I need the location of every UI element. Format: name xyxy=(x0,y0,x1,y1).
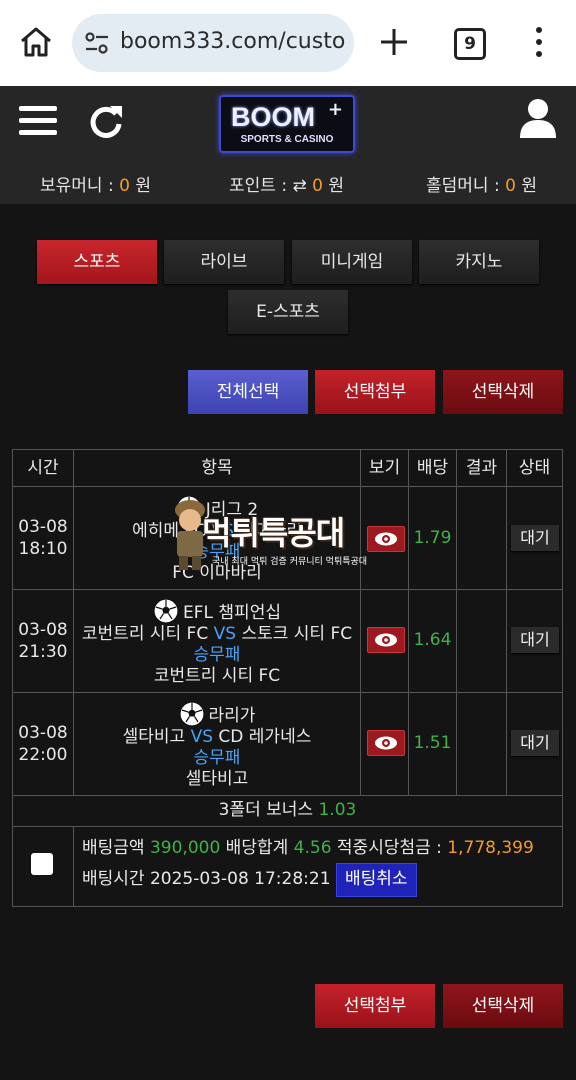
browser-toolbar: boom333.com/custo 9 xyxy=(0,0,576,86)
table-row-3-item: 라리가 셀타비고 VS CD 레가네스 승무패 셀타비고 xyxy=(73,692,361,796)
soccer-ball-icon xyxy=(178,701,205,727)
tab-sports[interactable]: 스포츠 xyxy=(37,240,157,284)
refresh-icon[interactable] xyxy=(88,102,124,140)
holdem-money-display: 홀덤머니 : 0 원 xyxy=(426,176,537,196)
table-row-1-status: 대기 xyxy=(506,486,563,590)
table-row-1-time: 03-08 18:10 xyxy=(12,486,74,590)
soccer-ball-icon xyxy=(153,598,179,624)
hamburger-menu-icon[interactable] xyxy=(18,104,58,138)
bonus-value: 1.03 xyxy=(318,800,357,820)
table-row-1-item: J리그 2 에히메 FC VS 이마바리 승무패 FC 이마바리 xyxy=(73,486,361,590)
address-bar[interactable]: boom333.com/custo xyxy=(72,14,354,72)
tab-casino[interactable]: 카지노 xyxy=(419,240,539,284)
table-row-3-odds: 1.51 xyxy=(408,692,457,796)
league-label: J리그 2 xyxy=(74,495,360,521)
select-all-button[interactable]: 전체선택 xyxy=(188,370,308,414)
soccer-ball-icon xyxy=(176,495,202,521)
selected-pick: 코번트리 시티 FC xyxy=(153,666,281,686)
table-row-3-result xyxy=(456,692,507,796)
logo-plus: + xyxy=(327,99,343,120)
delete-selected-button-bottom[interactable]: 선택삭제 xyxy=(443,984,563,1028)
league-label: 라리가 xyxy=(74,701,360,727)
market-label: 승무패 xyxy=(193,542,241,562)
folder-bonus-row: 3폴더 보너스 1.03 xyxy=(12,795,563,827)
table-row-1-result xyxy=(456,486,507,590)
market-label: 승무패 xyxy=(193,748,241,768)
table-row-2-item: EFL 챔피언십 코번트리 시티 FC VS 스토크 시티 FC 승무패 코번트… xyxy=(73,589,361,693)
bet-amount-line: 배팅금액 390,000 배당합계 4.56 적중시당첨금 : 1,778,39… xyxy=(82,838,534,858)
table-row-2-view xyxy=(360,589,409,693)
table-row-1-view xyxy=(360,486,409,590)
table-row-3-view xyxy=(360,692,409,796)
header-status: 상태 xyxy=(506,449,563,487)
new-tab-icon[interactable] xyxy=(378,26,410,58)
status-badge: 대기 xyxy=(511,525,559,551)
header-odds: 배당 xyxy=(408,449,457,487)
table-row-2-odds: 1.64 xyxy=(408,589,457,693)
delete-selected-button[interactable]: 선택삭제 xyxy=(443,370,563,414)
eye-icon xyxy=(375,736,397,750)
bet-history-table: 시간 항목 보기 배당 결과 상태 03-08 18:10 J리그 2 에히메 … xyxy=(12,449,563,907)
attach-selected-button[interactable]: 선택첨부 xyxy=(315,370,435,414)
league-label: EFL 챔피언십 xyxy=(74,598,360,624)
site-settings-icon[interactable] xyxy=(84,31,110,55)
tab-esports[interactable]: E-스포츠 xyxy=(228,290,348,334)
bet-summary: 배팅금액 390,000 배당합계 4.56 적중시당첨금 : 1,778,39… xyxy=(73,826,563,907)
matchup: 셀타비고 VS CD 레가네스 xyxy=(122,727,312,747)
points-display[interactable]: 포인트 : ⇄ 0 원 xyxy=(229,171,344,196)
view-button[interactable] xyxy=(367,526,405,552)
status-badge: 대기 xyxy=(511,627,559,653)
balance-display: 보유머니 : 0 원 xyxy=(40,176,151,196)
cancel-bet-button[interactable]: 배팅취소 xyxy=(335,863,417,897)
odds-total: 4.56 xyxy=(293,838,332,858)
view-button[interactable] xyxy=(367,627,405,653)
table-row-1-odds: 1.79 xyxy=(408,486,457,590)
table-row-3-status: 대기 xyxy=(506,692,563,796)
points-value: 0 xyxy=(312,176,323,196)
attach-selected-button-bottom[interactable]: 선택첨부 xyxy=(315,984,435,1028)
holdem-value: 0 xyxy=(505,176,516,196)
more-menu-icon[interactable] xyxy=(530,26,548,58)
tab-minigame[interactable]: 미니게임 xyxy=(292,240,412,284)
user-account-icon[interactable] xyxy=(518,98,558,140)
bet-amount: 390,000 xyxy=(149,838,221,858)
site-logo[interactable]: BOOM + SPORTS & CASINO xyxy=(219,95,355,153)
header-view: 보기 xyxy=(360,449,409,487)
view-button[interactable] xyxy=(367,730,405,756)
logo-text: BOOM xyxy=(231,102,315,132)
home-icon[interactable] xyxy=(18,24,54,60)
table-row-2-result xyxy=(456,589,507,693)
url-text: boom333.com/custo xyxy=(120,29,346,54)
exchange-icon[interactable]: ⇄ xyxy=(292,176,312,196)
tab-live[interactable]: 라이브 xyxy=(164,240,284,284)
select-bet-checkbox[interactable] xyxy=(31,853,53,875)
bet-time-line: 배팅시간 2025-03-08 17:28:21 배팅취소 xyxy=(82,863,562,897)
table-row-2-time: 03-08 21:30 xyxy=(12,589,74,693)
selected-pick: FC 이마바리 xyxy=(172,563,262,583)
selected-pick: 셀타비고 xyxy=(185,769,249,789)
header-result: 결과 xyxy=(456,449,507,487)
table-row-2-status: 대기 xyxy=(506,589,563,693)
header-time: 시간 xyxy=(12,449,74,487)
matchup: 코번트리 시티 FC VS 스토크 시티 FC xyxy=(81,624,353,644)
eye-icon xyxy=(375,633,397,647)
table-row-3-time: 03-08 22:00 xyxy=(12,692,74,796)
status-badge: 대기 xyxy=(511,730,559,756)
balance-value: 0 xyxy=(119,176,130,196)
matchup: 에히메 FC VS 이마바리 xyxy=(132,521,302,541)
tab-switcher-button[interactable]: 9 xyxy=(454,28,486,60)
market-label: 승무패 xyxy=(193,645,241,665)
bet-time: 2025-03-08 17:28:21 xyxy=(149,869,331,889)
logo-subtitle: SPORTS & CASINO xyxy=(240,134,334,145)
header-item: 항목 xyxy=(73,449,361,487)
expected-payout: 1,778,399 xyxy=(447,838,534,858)
eye-icon xyxy=(375,532,397,546)
